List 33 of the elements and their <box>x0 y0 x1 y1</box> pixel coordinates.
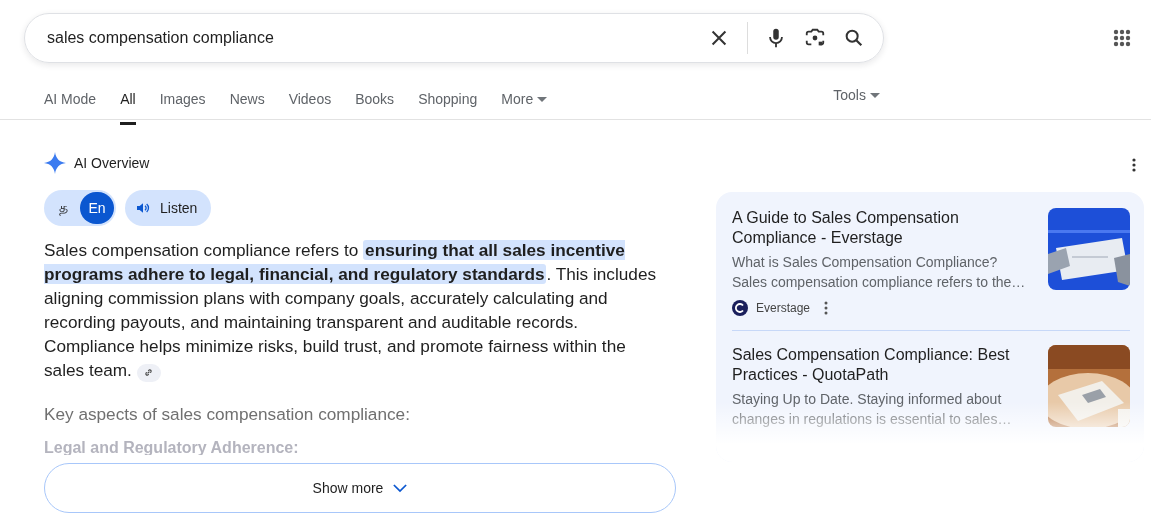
search-field[interactable]: sales compensation compliance <box>45 28 691 48</box>
show-more-button[interactable]: Show more <box>44 463 676 513</box>
nav-tab[interactable]: Videos <box>288 89 332 125</box>
more-options-icon[interactable] <box>1132 158 1136 172</box>
apps-grid-icon[interactable] <box>1113 29 1131 47</box>
tools-menu[interactable]: Tools <box>833 63 880 103</box>
nav-tab[interactable]: AI Mode <box>44 89 97 125</box>
source-title[interactable]: A Guide to Sales Compensation Compliance - Everstage <box>732 208 1028 248</box>
caret-icon <box>537 97 548 102</box>
search-icon[interactable] <box>843 27 865 49</box>
chevron-down-icon <box>393 483 408 493</box>
sparkle-icon <box>44 152 66 174</box>
nav-tab[interactable]: Images <box>159 89 206 125</box>
source-snippet: What is Sales Compensation Compliance? Sales compensation compliance refers to the… <box>732 253 1027 292</box>
nav-tab[interactable]: All <box>120 89 136 125</box>
site-logo-icon <box>732 300 748 316</box>
link-icon[interactable] <box>136 363 161 382</box>
language-button[interactable]: En <box>80 192 114 224</box>
nav-tab[interactable]: Shopping <box>418 89 478 125</box>
listen-button[interactable]: Listen <box>125 190 212 226</box>
overview-title: AI Overview <box>74 155 150 171</box>
site-name: Everstage <box>756 301 811 315</box>
more-options-icon[interactable] <box>824 301 829 315</box>
nav-tab[interactable]: News <box>229 89 265 125</box>
source-snippet: Staying Up to Date. Staying informed about changes in regulations is essential to sales… <box>732 390 1013 429</box>
caret-icon <box>869 93 880 98</box>
answer-paragraph: Sales compensation compliance refers to ensuring that all sales incentive programs adhere to legal, financial, and regulatory standards. This includes aligning commission plans with company goals, accurately calculating and recording payouts, and maintaining transparent and auditable records. Compliance helps minimize risks, build trust, and promote fairness within the sales team. <box>44 239 658 382</box>
nav-tab[interactable]: More <box>501 89 548 125</box>
source-title[interactable]: Sales Compensation Compliance: Best Practices - QuotaPath <box>732 345 1028 385</box>
search-bar[interactable]: sales compensation compliance <box>24 13 884 63</box>
language-button[interactable]: த <box>46 192 80 224</box>
section-heading: Key aspects of sales compensation compliance: <box>44 404 411 425</box>
nav-tab[interactable]: Books <box>355 89 395 125</box>
